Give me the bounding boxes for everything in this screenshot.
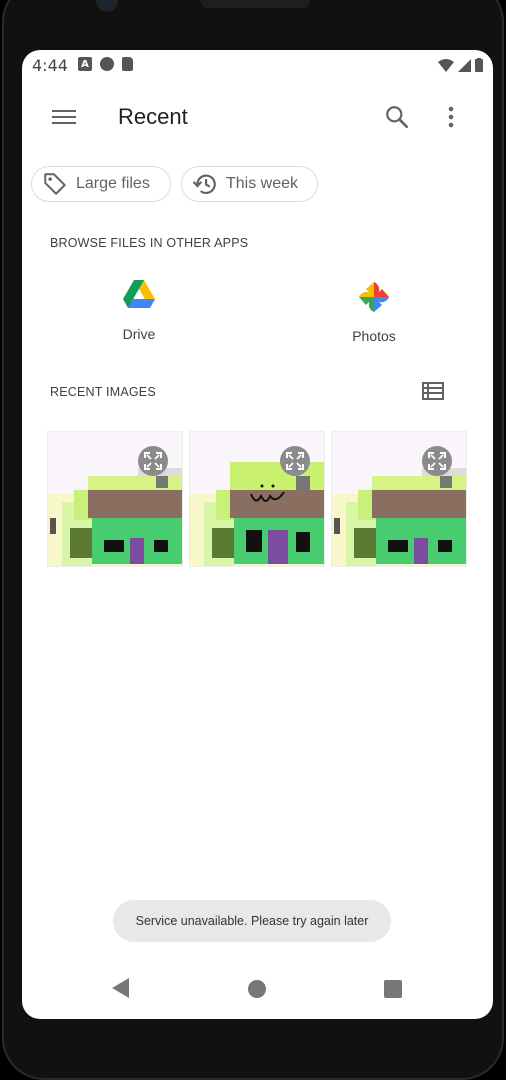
expand-icon[interactable] — [138, 446, 168, 476]
list-view-icon[interactable] — [422, 382, 444, 400]
back-icon[interactable] — [112, 978, 130, 998]
image-thumbnail[interactable] — [190, 432, 324, 566]
more-options-icon[interactable] — [444, 104, 458, 130]
app-label: Photos — [352, 328, 396, 344]
status-bar: 4:44 A — [22, 50, 493, 82]
toast-message: Service unavailable. Please try again la… — [113, 900, 391, 942]
a-notification-icon: A — [78, 57, 92, 71]
notification-icons: A — [78, 57, 133, 71]
sd-card-icon — [122, 57, 133, 71]
chip-large-files[interactable]: Large files — [31, 166, 171, 202]
chip-this-week[interactable]: This week — [181, 166, 318, 202]
system-status-icons — [438, 58, 483, 72]
home-icon[interactable] — [248, 980, 266, 998]
drive-icon — [123, 280, 155, 308]
image-thumbnail[interactable] — [48, 432, 182, 566]
app-notification-icon — [100, 57, 114, 71]
chip-label: This week — [226, 175, 299, 192]
app-bar: Recent — [22, 90, 493, 146]
screen: 4:44 A Recent Large files This week BROW… — [22, 50, 493, 1019]
app-photos[interactable]: Photos — [319, 280, 429, 344]
recent-images-heading: RECENT IMAGES — [50, 385, 156, 399]
recents-icon[interactable] — [384, 980, 402, 998]
browse-apps-heading: BROWSE FILES IN OTHER APPS — [50, 236, 249, 250]
battery-icon — [475, 58, 483, 72]
tag-icon — [44, 173, 66, 195]
app-label: Drive — [122, 326, 156, 342]
speaker-grille — [200, 0, 310, 8]
face-doodle — [250, 484, 285, 502]
app-drive[interactable]: Drive — [84, 280, 194, 342]
recent-images-grid — [48, 432, 466, 566]
chip-label: Large files — [76, 175, 150, 192]
hamburger-menu-icon[interactable] — [52, 106, 76, 126]
photos-icon — [359, 282, 389, 312]
wifi-icon — [438, 58, 454, 72]
page-title: Recent — [118, 104, 188, 129]
status-time: 4:44 — [32, 56, 68, 75]
expand-icon[interactable] — [422, 446, 452, 476]
other-apps: Drive Photos — [22, 280, 493, 350]
image-thumbnail[interactable] — [332, 432, 466, 566]
cell-signal-icon — [458, 58, 471, 72]
search-icon[interactable] — [384, 104, 410, 130]
filter-chips: Large files This week — [31, 166, 318, 202]
system-nav-bar — [22, 970, 493, 1010]
history-icon — [192, 174, 216, 194]
expand-icon[interactable] — [280, 446, 310, 476]
